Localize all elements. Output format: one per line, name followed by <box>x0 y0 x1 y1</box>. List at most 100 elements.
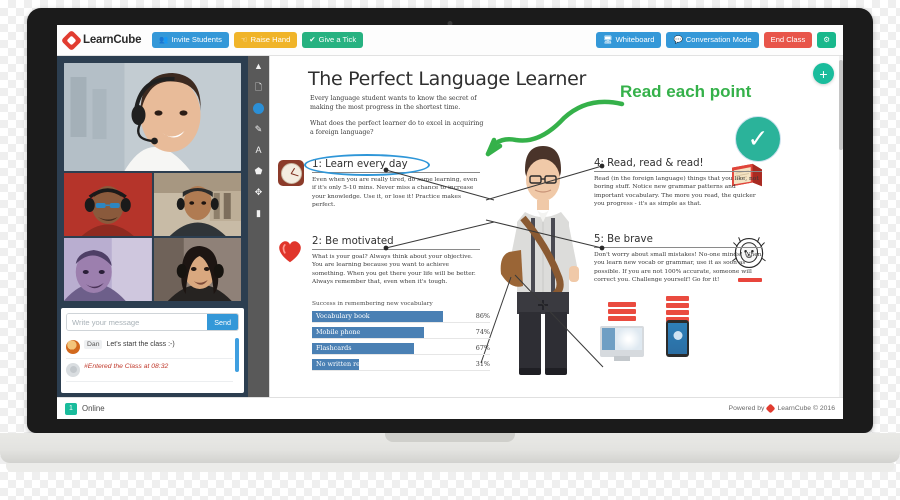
video-grid <box>61 60 244 304</box>
point-block-4: 4: Read, read & read! Read (in the forei… <box>594 158 762 209</box>
video-row-2 <box>64 238 241 301</box>
intro-paragraph-1: Every language student wants to know the… <box>310 95 477 112</box>
check-icon: ✔ <box>309 35 316 45</box>
settings-button[interactable]: ⚙ <box>817 32 836 48</box>
red-stack-left <box>608 302 636 321</box>
desktop-monitor-icon <box>600 326 644 361</box>
left-panel: Send Dan Let's start the class :-) #Ente… <box>57 56 248 397</box>
users-icon: 👥 <box>159 35 169 45</box>
chat-panel: Send Dan Let's start the class :-) #Ente… <box>61 308 244 393</box>
chart-value: 74% <box>475 328 490 336</box>
conversation-mode-button[interactable]: 💬 Conversation Mode <box>666 32 759 48</box>
chart-category: Flashcards <box>316 344 352 352</box>
move-tool-icon[interactable]: ✥ <box>252 186 266 199</box>
whiteboard-label: Whiteboard <box>615 35 655 45</box>
student-2-frame <box>153 173 241 236</box>
teacher-video-frame <box>64 63 241 171</box>
eraser-icon[interactable]: ▮ <box>252 207 266 220</box>
app-body: Send Dan Let's start the class :-) #Ente… <box>57 56 843 397</box>
chat-message-list[interactable]: Dan Let's start the class :-) #Entered t… <box>66 336 239 390</box>
chart-category: No written record <box>316 360 375 368</box>
point-body: Don't worry about small mistakes! No-one… <box>594 252 762 284</box>
online-label: Online <box>82 404 105 413</box>
cube-logo-icon-small <box>766 403 776 414</box>
whiteboard-scrollbar[interactable] <box>839 56 843 397</box>
chat-body: #Entered the Class at 08:32 <box>84 363 169 370</box>
monitor-icon: 🖥 <box>603 35 613 45</box>
give-a-tick-label: Give a Tick <box>318 35 357 45</box>
intro-text: Every language student wants to know the… <box>310 94 485 138</box>
chat-message-input[interactable] <box>67 314 208 330</box>
student-video-tile-1[interactable] <box>64 173 152 236</box>
tablet-device-icon <box>666 320 689 357</box>
pencil-icon[interactable]: ✎ <box>252 123 266 136</box>
whiteboard-content: The Perfect Language Learner Every langu… <box>270 56 843 397</box>
shape-tool-icon[interactable]: ⬟ <box>252 165 266 178</box>
whiteboard-button[interactable]: 🖥 Whiteboard <box>596 32 662 48</box>
whiteboard-scroll-thumb[interactable] <box>839 60 843 150</box>
green-annotation-text: Read each point <box>620 82 752 101</box>
chat-input-row: Send <box>66 313 239 331</box>
chart-row: Vocabulary book 86% <box>312 310 490 323</box>
connector-lines-left <box>383 167 495 251</box>
powered-by: Powered by LearnCube © 2016 <box>728 403 835 414</box>
chat-author: Dan <box>84 340 103 349</box>
student-4-frame <box>153 238 241 301</box>
video-row-1 <box>64 173 241 236</box>
collapse-chevron-icon[interactable]: ▲ <box>252 60 266 73</box>
red-divider <box>738 278 762 282</box>
chart-row: No written record 31% <box>312 358 490 371</box>
invite-students-button[interactable]: 👥 Invite Students <box>152 32 229 48</box>
laptop-base <box>0 433 900 463</box>
brand-name: LearnCube <box>83 34 142 46</box>
chat-message: #Entered the Class at 08:32 <box>66 359 233 382</box>
student-video-tile-4[interactable] <box>153 238 241 301</box>
chart-value: 86% <box>475 312 490 320</box>
page-icon[interactable]: 🗋 <box>252 81 266 94</box>
chart-value: 31% <box>475 360 490 368</box>
heart-icon <box>279 241 301 263</box>
online-count-badge: 1 <box>65 402 77 415</box>
invite-students-label: Invite Students <box>171 35 222 45</box>
speech-bubble-icon: 💬 <box>673 35 683 45</box>
text-tool-icon[interactable]: A <box>252 144 266 157</box>
avatar <box>66 363 80 377</box>
chart-row: Flashcards 67% <box>312 342 490 355</box>
chat-message: Dan Let's start the class :-) <box>66 336 233 359</box>
brand-logo: LearnCube <box>60 29 142 51</box>
chat-body: Let's start the class :-) <box>106 341 175 348</box>
raise-hand-label: Raise Hand <box>250 35 291 45</box>
chat-send-button[interactable]: Send <box>207 314 238 330</box>
hand-icon: ☜ <box>240 35 248 45</box>
powered-by-text: Powered by <box>728 405 765 412</box>
student-video-tile-2[interactable] <box>153 173 241 236</box>
red-stack-right <box>666 296 689 322</box>
teacher-video-tile[interactable] <box>64 63 241 171</box>
point-heading: 5: Be brave <box>594 234 762 248</box>
chart-category: Mobile phone <box>316 328 361 336</box>
chart-row: Mobile phone 74% <box>312 326 490 339</box>
whiteboard-canvas[interactable]: The Perfect Language Learner Every langu… <box>269 56 843 397</box>
student-video-tile-3[interactable] <box>64 238 152 301</box>
student-3-frame <box>64 238 152 301</box>
app-screen: LearnCube 👥 Invite Students ☜ Raise Hand… <box>57 25 843 419</box>
chart-title: Success in remembering new vocabulary <box>312 301 433 307</box>
chat-scrollbar[interactable] <box>235 338 239 372</box>
color-swatch-icon[interactable] <box>252 102 266 115</box>
chart-category: Vocabulary book <box>316 312 370 320</box>
connector-lines-bottom <box>480 274 604 368</box>
vocabulary-chart: Success in remembering new vocabulary Vo… <box>312 301 490 374</box>
point-body: Read (in the foreign language) things th… <box>594 176 759 208</box>
end-class-button[interactable]: End Class <box>763 32 813 48</box>
top-toolbar: LearnCube 👥 Invite Students ☜ Raise Hand… <box>57 25 843 56</box>
whiteboard-tool-rail: ▲ 🗋 ✎ A ⬟ ✥ ▮ <box>248 56 269 397</box>
point-block-5: 5: Be brave Don't worry about small mist… <box>594 234 762 285</box>
laptop-foot <box>6 463 894 472</box>
chart-value: 67% <box>475 344 490 352</box>
raise-hand-button[interactable]: ☜ Raise Hand <box>233 32 298 48</box>
cube-logo-icon <box>60 29 83 51</box>
intro-paragraph-2: What does the perfect learner do to exce… <box>310 120 484 137</box>
add-content-button[interactable]: + <box>813 63 834 84</box>
give-a-tick-button[interactable]: ✔ Give a Tick <box>302 32 364 48</box>
end-class-label: End Class <box>770 35 806 45</box>
